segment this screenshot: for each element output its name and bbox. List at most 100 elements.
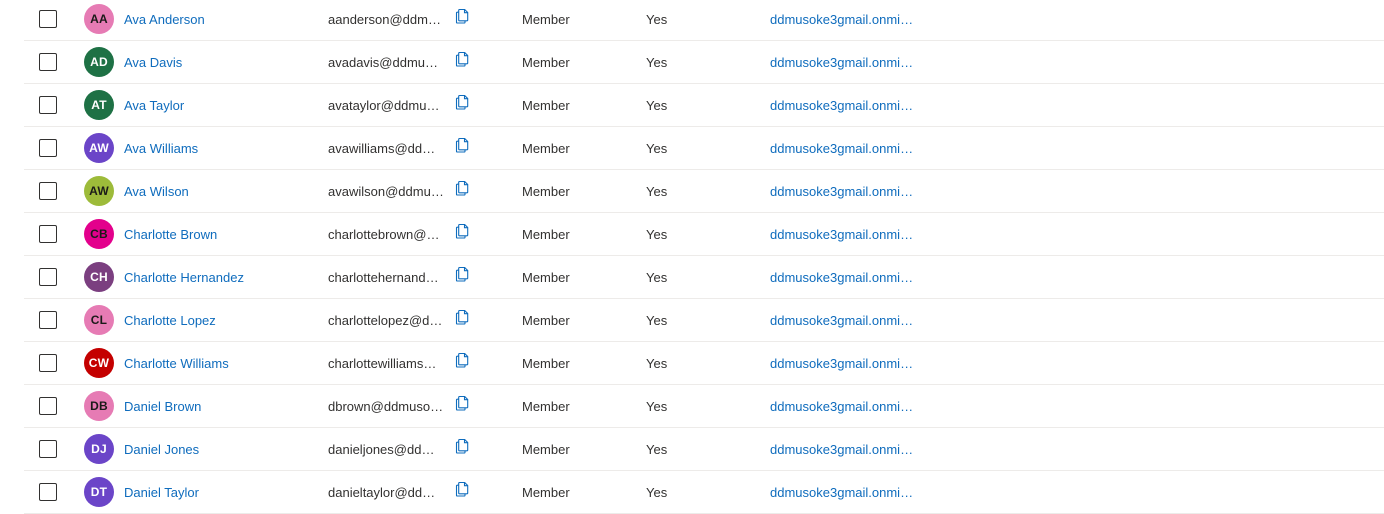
- copy-cell: [454, 81, 474, 123]
- avatar: AA: [84, 4, 114, 34]
- row-select-checkbox[interactable]: [39, 53, 57, 71]
- copy-icon[interactable]: [454, 180, 470, 196]
- source-cell: ddmusoke3gmail.onmicrosoft.com: [770, 84, 920, 126]
- display-name-link[interactable]: Daniel Taylor: [124, 485, 199, 500]
- user-type-cell: Member: [522, 170, 622, 212]
- copy-icon[interactable]: [454, 8, 470, 24]
- row-select-checkbox[interactable]: [39, 182, 57, 200]
- display-name-link[interactable]: Daniel Brown: [124, 399, 201, 414]
- upn-cell: charlottelopez@ddmusoke3gmail.onmicrosof…: [328, 299, 444, 341]
- select-cell: [39, 385, 61, 427]
- user-type: Member: [522, 312, 570, 328]
- identity-source-link[interactable]: ddmusoke3gmail.onmicrosoft.com: [770, 227, 917, 242]
- identity-source-link[interactable]: ddmusoke3gmail.onmicrosoft.com: [770, 356, 917, 371]
- table-row[interactable]: AA Ava Anderson aanderson@ddmusoke3gmail…: [24, 0, 1384, 41]
- copy-icon[interactable]: [454, 309, 470, 325]
- copy-icon[interactable]: [454, 481, 470, 497]
- user-principal-name: aanderson@ddmusoke3gmail.onmicrosoft.com: [328, 11, 444, 27]
- display-name-link[interactable]: Daniel Jones: [124, 442, 199, 457]
- identity-source-link[interactable]: ddmusoke3gmail.onmicrosoft.com: [770, 12, 917, 27]
- display-name-link[interactable]: Ava Wilson: [124, 184, 189, 199]
- account-enabled: Yes: [646, 355, 668, 371]
- identity-source-link[interactable]: ddmusoke3gmail.onmicrosoft.com: [770, 399, 917, 414]
- display-name-link[interactable]: Ava Williams: [124, 141, 198, 156]
- account-enabled-cell: Yes: [646, 385, 706, 427]
- user-principal-name: danieltaylor@ddmusoke3gmail.onmicrosoft.…: [328, 484, 444, 500]
- identity-source-link[interactable]: ddmusoke3gmail.onmicrosoft.com: [770, 485, 917, 500]
- row-select-checkbox[interactable]: [39, 225, 57, 243]
- row-select-checkbox[interactable]: [39, 440, 57, 458]
- row-select-checkbox[interactable]: [39, 96, 57, 114]
- account-enabled-cell: Yes: [646, 256, 706, 298]
- user-type-cell: Member: [522, 213, 622, 255]
- table-row[interactable]: CB Charlotte Brown charlottebrown@ddmuso…: [24, 213, 1384, 256]
- table-row[interactable]: CH Charlotte Hernandez charlottehernande…: [24, 256, 1384, 299]
- avatar: AD: [84, 47, 114, 77]
- row-select-checkbox[interactable]: [39, 354, 57, 372]
- display-name-link[interactable]: Charlotte Lopez: [124, 313, 216, 328]
- identity-source-link[interactable]: ddmusoke3gmail.onmicrosoft.com: [770, 442, 917, 457]
- user-type-cell: Member: [522, 0, 622, 40]
- copy-icon[interactable]: [454, 94, 470, 110]
- user-principal-name: danieljones@ddmusoke3gmail.onmicrosoft.c…: [328, 441, 444, 457]
- display-name-link[interactable]: Ava Davis: [124, 55, 182, 70]
- copy-icon[interactable]: [454, 395, 470, 411]
- copy-icon[interactable]: [454, 137, 470, 153]
- source-cell: ddmusoke3gmail.onmicrosoft.com: [770, 428, 920, 470]
- row-select-checkbox[interactable]: [39, 483, 57, 501]
- avatar: CB: [84, 219, 114, 249]
- user-type: Member: [522, 97, 570, 113]
- copy-icon[interactable]: [454, 438, 470, 454]
- display-name-link[interactable]: Charlotte Hernandez: [124, 270, 244, 285]
- row-select-checkbox[interactable]: [39, 268, 57, 286]
- avatar: CL: [84, 305, 114, 335]
- display-name-link[interactable]: Ava Anderson: [124, 12, 205, 27]
- table-row[interactable]: AD Ava Davis avadavis@ddmusoke3gmail.onm…: [24, 41, 1384, 84]
- identity-source-link[interactable]: ddmusoke3gmail.onmicrosoft.com: [770, 141, 917, 156]
- user-type: Member: [522, 183, 570, 199]
- table-row[interactable]: AT Ava Taylor avataylor@ddmusoke3gmail.o…: [24, 84, 1384, 127]
- copy-icon[interactable]: [454, 352, 470, 368]
- identity-source-link[interactable]: ddmusoke3gmail.onmicrosoft.com: [770, 270, 917, 285]
- account-enabled-cell: Yes: [646, 41, 706, 83]
- account-enabled: Yes: [646, 484, 668, 500]
- select-cell: [39, 41, 61, 83]
- copy-cell: [454, 296, 474, 338]
- user-type-cell: Member: [522, 342, 622, 384]
- account-enabled-cell: Yes: [646, 471, 706, 513]
- user-type: Member: [522, 54, 570, 70]
- copy-icon[interactable]: [454, 266, 470, 282]
- table-row[interactable]: DJ Daniel Jones danieljones@ddmusoke3gma…: [24, 428, 1384, 471]
- identity-source-link[interactable]: ddmusoke3gmail.onmicrosoft.com: [770, 55, 917, 70]
- identity-source-link[interactable]: ddmusoke3gmail.onmicrosoft.com: [770, 98, 917, 113]
- copy-icon[interactable]: [454, 223, 470, 239]
- table-row[interactable]: CL Charlotte Lopez charlottelopez@ddmuso…: [24, 299, 1384, 342]
- table-row[interactable]: AW Ava Williams avawilliams@ddmusoke3gma…: [24, 127, 1384, 170]
- copy-icon[interactable]: [454, 51, 470, 67]
- copy-cell: [454, 38, 474, 80]
- identity-source-link[interactable]: ddmusoke3gmail.onmicrosoft.com: [770, 184, 917, 199]
- source-cell: ddmusoke3gmail.onmicrosoft.com: [770, 41, 920, 83]
- upn-cell: danieljones@ddmusoke3gmail.onmicrosoft.c…: [328, 428, 444, 470]
- user-principal-name: charlottehernandez@ddmusoke3gmail.onmicr…: [328, 269, 444, 285]
- display-name-link[interactable]: Charlotte Brown: [124, 227, 217, 242]
- select-cell: [39, 127, 61, 169]
- user-principal-name: avawilliams@ddmusoke3gmail.onmicrosoft.c…: [328, 140, 444, 156]
- table-row[interactable]: DT Daniel Taylor danieltaylor@ddmusoke3g…: [24, 471, 1384, 514]
- table-row[interactable]: CW Charlotte Williams charlottewilliams@…: [24, 342, 1384, 385]
- row-select-checkbox[interactable]: [39, 397, 57, 415]
- avatar: DJ: [84, 434, 114, 464]
- user-type: Member: [522, 140, 570, 156]
- row-select-checkbox[interactable]: [39, 311, 57, 329]
- upn-cell: avataylor@ddmusoke3gmail.onmicrosoft.com: [328, 84, 444, 126]
- row-select-checkbox[interactable]: [39, 139, 57, 157]
- row-select-checkbox[interactable]: [39, 10, 57, 28]
- display-name-link[interactable]: Ava Taylor: [124, 98, 184, 113]
- table-row[interactable]: DB Daniel Brown dbrown@ddmusoke3gmail.on…: [24, 385, 1384, 428]
- select-cell: [39, 256, 61, 298]
- identity-source-link[interactable]: ddmusoke3gmail.onmicrosoft.com: [770, 313, 917, 328]
- table-row[interactable]: AW Ava Wilson avawilson@ddmusoke3gmail.o…: [24, 170, 1384, 213]
- source-cell: ddmusoke3gmail.onmicrosoft.com: [770, 0, 920, 40]
- avatar: CH: [84, 262, 114, 292]
- display-name-link[interactable]: Charlotte Williams: [124, 356, 229, 371]
